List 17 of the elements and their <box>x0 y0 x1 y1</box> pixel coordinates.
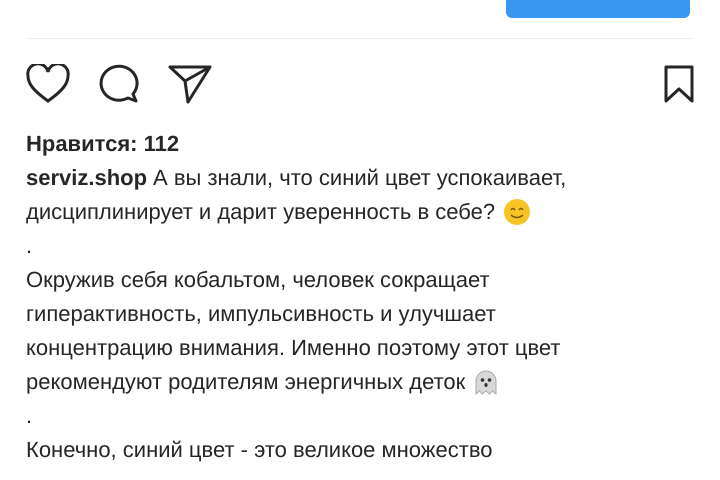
caption-text: А вы знали, что синий цвет успокаивает, <box>153 164 566 192</box>
caption-text: концентрацию внимания. Именно поэтому этот цвет <box>26 334 560 362</box>
caption-text: гиперактивность, импульсивность и улучшает <box>26 300 496 328</box>
send-icon[interactable] <box>168 64 212 104</box>
caption-text: Конечно, синий цвет - это великое множество <box>26 436 492 464</box>
caption-text: . <box>26 232 32 260</box>
caption-text: дисциплинирует и дарит уверенность в себе? <box>26 198 496 226</box>
username-link[interactable]: serviz.shop <box>26 161 148 195</box>
caption-text: рекомендуют родителям энергичных деток <box>26 368 466 396</box>
smiley-icon <box>503 198 532 226</box>
caption-text: . <box>26 402 32 430</box>
caption-text: Окружив себя кобальтом, человек сокращает <box>26 266 490 294</box>
bookmark-icon[interactable] <box>664 65 694 103</box>
heart-icon[interactable] <box>26 64 70 104</box>
comment-icon[interactable] <box>98 64 140 104</box>
likes-count: Нравится: 112 <box>26 130 180 158</box>
ghost-icon <box>473 368 500 396</box>
